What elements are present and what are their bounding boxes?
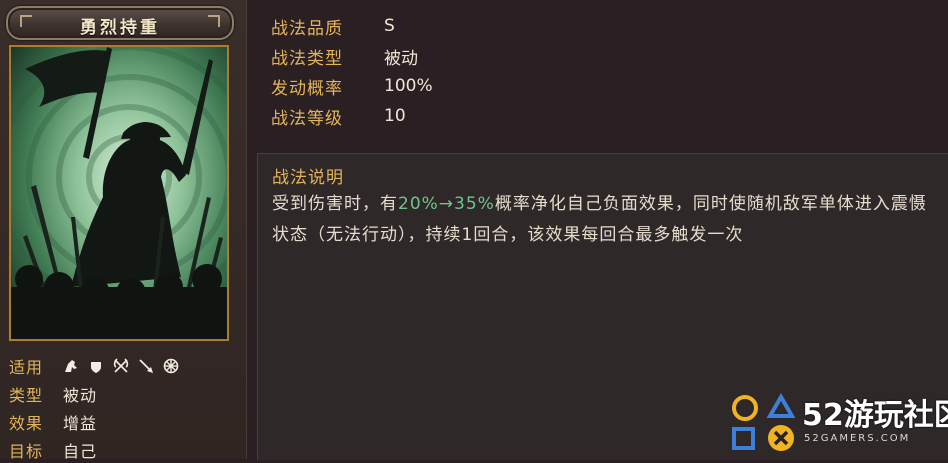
prop-effect: 效果 增益 (9, 409, 97, 435)
quality-value: S (384, 16, 395, 36)
rate-value: 100% (384, 76, 433, 96)
level-value: 10 (384, 106, 406, 126)
crossbow-icon (113, 358, 129, 374)
prop-target-label: 目标 (9, 442, 44, 461)
description-text: 受到伤害时，有20%→35%概率净化自己负面效果，同时使随机敌军单体进入震慑状态… (272, 189, 944, 251)
category-value: 被动 (384, 48, 418, 69)
quality-label: 战法品质 (271, 18, 343, 39)
cavalry-icon (63, 358, 79, 374)
spear-icon (138, 358, 154, 374)
prop-type-label: 类型 (9, 386, 44, 405)
warrior-silhouette-illustration (11, 47, 227, 339)
prop-type: 类型 被动 (9, 381, 97, 407)
skill-title-plate: 勇烈持重 (6, 6, 234, 40)
prop-effect-label: 效果 (9, 414, 44, 433)
prop-suitable: 适用 (9, 353, 179, 379)
skill-info: 战法品质 S 战法类型 被动 发动概率 100% 战法等级 10 (271, 11, 433, 131)
info-category: 战法类型 被动 (271, 41, 433, 71)
category-label: 战法类型 (271, 48, 343, 69)
prop-type-value: 被动 (63, 386, 98, 405)
description-highlight-rate: 20%→35% (398, 194, 495, 214)
watermark-url: 52GAMERS.COM (804, 433, 911, 444)
description-text-before: 受到伤害时，有 (272, 194, 398, 214)
prop-target: 目标 自己 (9, 437, 97, 463)
skill-name: 勇烈持重 (80, 18, 160, 38)
level-label: 战法等级 (271, 108, 343, 129)
skill-artwork (9, 45, 229, 341)
prop-suitable-label: 适用 (9, 358, 44, 377)
wheel-icon (163, 358, 179, 374)
info-rate: 发动概率 100% (271, 71, 433, 101)
prop-target-value: 自己 (63, 442, 98, 461)
shield-icon (88, 358, 104, 374)
description-title: 战法说明 (272, 168, 344, 188)
info-level: 战法等级 10 (271, 101, 433, 131)
prop-effect-value: 增益 (63, 414, 98, 433)
skill-card: 勇烈持重 适用 类型 被动 效果 增益 目标 自己 (0, 0, 247, 461)
gamepad-buttons-logo-icon (732, 393, 796, 451)
watermark-brand: 52游玩社区 (802, 398, 948, 433)
site-watermark: 52游玩社区 52GAMERS.COM (728, 388, 948, 458)
suitable-unit-icons (63, 358, 179, 374)
info-quality: 战法品质 S (271, 11, 433, 41)
rate-label: 发动概率 (271, 78, 343, 99)
